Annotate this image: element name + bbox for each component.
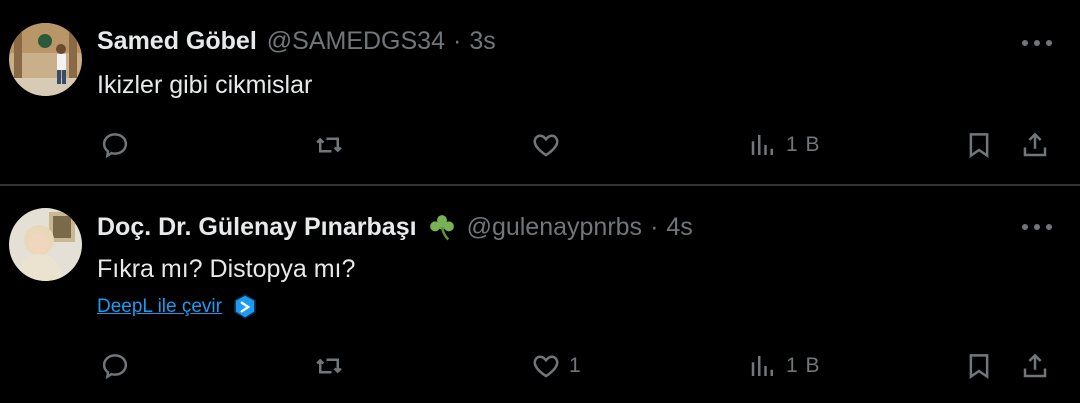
author-name[interactable]: Doç. Dr. Gülenay Pınarbaşı [97, 213, 417, 242]
reply-button[interactable] [100, 346, 130, 386]
tweet-header: Samed Göbel @SAMEDGS34 · 3s [97, 27, 496, 56]
more-options-icon[interactable] [1022, 222, 1052, 232]
author-handle[interactable]: @gulenaypnrbs [467, 213, 643, 242]
reply-button[interactable] [100, 125, 130, 165]
separator-dot: · [650, 212, 659, 241]
like-button[interactable] [531, 125, 569, 165]
tweet[interactable]: Samed Göbel @SAMEDGS34 · 3s Ikizler gibi… [0, 0, 1080, 184]
share-button[interactable] [1020, 346, 1050, 386]
views-button[interactable]: 1 B [748, 346, 821, 386]
like-count: 1 [569, 354, 582, 377]
avatar[interactable] [9, 23, 82, 96]
deepl-icon [232, 293, 258, 321]
bookmark-icon [969, 133, 989, 159]
share-icon [1023, 132, 1047, 157]
shamrock-icon [427, 212, 457, 242]
analytics-icon [751, 356, 773, 376]
tweet-text: Fıkra mı? Distopya mı? [97, 255, 356, 283]
separator-dot: · [452, 27, 462, 55]
more-options-icon[interactable] [1022, 38, 1052, 48]
share-button[interactable] [1020, 125, 1050, 165]
retweet-button[interactable] [314, 125, 344, 165]
action-bar: 1 B [0, 125, 1080, 165]
view-count: 1 B [786, 354, 821, 377]
translate-label[interactable]: DeepL ile çevir [97, 296, 222, 318]
retweet-button[interactable] [314, 346, 344, 386]
retweet-icon [316, 358, 342, 374]
share-icon [1023, 353, 1047, 378]
like-button[interactable]: 1 [531, 346, 582, 386]
avatar[interactable] [9, 208, 82, 281]
timestamp[interactable]: 3s [469, 27, 495, 56]
timestamp[interactable]: 4s [666, 213, 692, 242]
reply-icon [102, 133, 128, 159]
tweet-header: Doç. Dr. Gülenay Pınarbaşı @gulenaypnrbs… [97, 212, 693, 242]
view-count: 1 B [786, 133, 821, 156]
author-name[interactable]: Samed Göbel [97, 27, 257, 56]
bookmark-button[interactable] [964, 125, 994, 165]
analytics-icon [751, 135, 773, 155]
retweet-icon [316, 137, 342, 153]
bookmark-button[interactable] [964, 346, 994, 386]
tweet[interactable]: Doç. Dr. Gülenay Pınarbaşı @gulenaypnrbs… [0, 186, 1080, 403]
bookmark-icon [969, 354, 989, 380]
views-button[interactable]: 1 B [748, 125, 821, 165]
heart-icon [533, 355, 559, 378]
action-bar: 1 1 B [0, 346, 1080, 386]
tweet-text: Ikizler gibi cikmislar [97, 71, 313, 99]
translate-link[interactable]: DeepL ile çevir [97, 293, 258, 321]
author-handle[interactable]: @SAMEDGS34 [267, 27, 445, 56]
heart-icon [533, 134, 559, 157]
reply-icon [102, 354, 128, 380]
